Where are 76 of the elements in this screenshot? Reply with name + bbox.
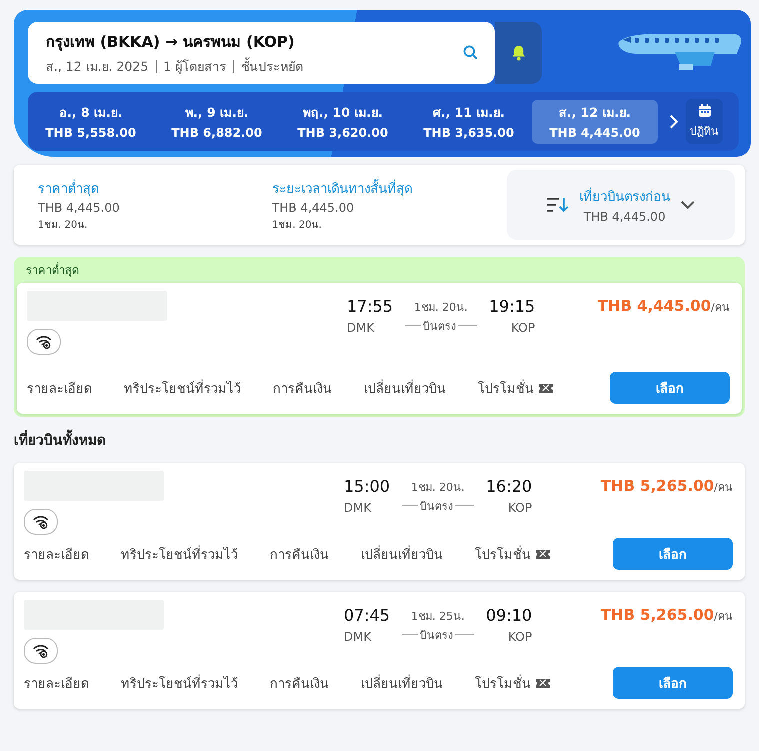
route-title: กรุงเทพ (BKKA) → นครพนม (KOP) [46, 32, 296, 54]
date-tab[interactable]: ศ., 11 เม.ย. THB 3,635.00 [406, 100, 532, 144]
search-detail: 1 ผู้โดยสาร [164, 58, 226, 76]
arrival-time: 19:15 [489, 297, 536, 316]
search-detail: ชั้นประหยัด [241, 56, 304, 76]
flight-duration: 1ชม. 20น. [414, 300, 468, 316]
stops-label: บินตรง [420, 628, 454, 644]
fare-price: THB 5,265.00 [600, 477, 714, 495]
amenity-icon [24, 509, 58, 535]
search-detail: ส., 12 เม.ย. 2025 [46, 58, 149, 76]
sort-label: เที่ยวบินตรงก่อน [579, 186, 670, 207]
select-button[interactable]: เลือก [610, 372, 730, 404]
ticket-icon [538, 381, 554, 395]
airport-code: KOP [511, 321, 536, 335]
fare-price: THB 5,265.00 [600, 606, 714, 624]
detail-tab[interactable]: ทริประโยชน์ที่รวมไว้ [124, 378, 241, 398]
date-tab[interactable]: ส., 12 เม.ย. THB 4,445.00 [532, 100, 658, 144]
select-button[interactable]: เลือก [613, 538, 733, 570]
airport-code: KOP [508, 630, 532, 644]
ticket-icon [535, 547, 551, 561]
ticket-icon [535, 676, 551, 690]
fare-price: THB 4,445.00 [598, 297, 712, 315]
flight-duration: 1ชม. 20น. [411, 480, 465, 496]
search-icon [463, 45, 479, 61]
flight-duration: 1ชม. 25น. [411, 608, 465, 624]
price-unit: /คน [711, 300, 730, 316]
departure-time: 17:55 [347, 297, 394, 316]
section-heading: เที่ยวบินทั้งหมด [14, 429, 106, 451]
detail-tab[interactable]: การคืนเงิน [270, 672, 329, 694]
sort-option-link[interactable]: ระยะเวลาเดินทางสั้นที่สุด [272, 178, 507, 199]
date-tab[interactable]: พฤ., 10 เม.ย. THB 3,620.00 [280, 100, 406, 144]
detail-tab[interactable]: เปลี่ยนเที่ยวบิน [361, 544, 443, 564]
detail-tab[interactable]: โปรโมชั่น [478, 378, 534, 398]
stops-label: บินตรง [423, 318, 456, 334]
detail-tab[interactable]: เปลี่ยนเที่ยวบิน [361, 672, 443, 694]
sort-icon [545, 195, 570, 215]
badge-label: ราคาต่ำสุด [25, 261, 80, 279]
detail-tab[interactable]: รายละเอียด [24, 672, 89, 694]
sort-price: THB 4,445.00 [584, 210, 666, 224]
arrival-time: 09:10 [486, 606, 532, 625]
airport-code: DMK [347, 321, 374, 335]
amenity-icon [27, 329, 61, 355]
select-button[interactable]: เลือก [613, 667, 733, 699]
detail-tab[interactable]: โปรโมชั่น [475, 544, 531, 564]
detail-tab[interactable]: เปลี่ยนเที่ยวบิน [364, 378, 446, 398]
summary-price: THB 4,445.00 [38, 201, 121, 215]
sort-dropdown[interactable]: เที่ยวบินตรงก่อน THB 4,445.00 [506, 170, 735, 240]
detail-tab[interactable]: โปรโมชั่น [475, 672, 531, 694]
detail-tab[interactable]: ทริประโยชน์ที่รวมไว้ [121, 672, 238, 694]
summary-price: THB 4,445.00 [272, 201, 356, 215]
arrival-time: 16:20 [486, 477, 532, 496]
detail-tab[interactable]: การคืนเงิน [270, 544, 329, 564]
chevron-down-icon [680, 200, 696, 210]
calendar-icon [696, 103, 712, 119]
date-tab[interactable]: พ., 9 เม.ย. THB 6,882.00 [154, 100, 280, 144]
price-unit: /คน [714, 609, 733, 625]
sort-option-link[interactable]: ราคาต่ำสุด [38, 178, 272, 199]
chevron-right-icon[interactable] [668, 112, 680, 130]
amenity-icon [24, 638, 58, 664]
date-tab[interactable]: อ., 8 เม.ย. THB 5,558.00 [28, 100, 154, 144]
price-unit: /คน [714, 480, 733, 496]
detail-tab[interactable]: ทริประโยชน์ที่รวมไว้ [121, 544, 238, 564]
price-alert-button[interactable] [495, 22, 542, 84]
detail-tab[interactable]: รายละเอียด [24, 544, 89, 564]
summary-duration: 1ชม. 20น. [272, 219, 323, 232]
departure-time: 15:00 [344, 477, 390, 496]
airport-code: DMK [344, 501, 372, 515]
airport-code: KOP [508, 501, 532, 515]
stops-label: บินตรง [420, 498, 454, 514]
airport-code: DMK [344, 630, 372, 644]
departure-time: 07:45 [344, 606, 390, 625]
detail-tab[interactable]: รายละเอียด [27, 378, 92, 398]
summary-duration: 1ชม. 20น. [38, 219, 89, 232]
search-summary[interactable]: กรุงเทพ (BKKA) → นครพนม (KOP) ส., 12 เม.ย. 2025 1 ผู้โดยสาร ชั้นประหยัด [28, 22, 495, 84]
detail-tab[interactable]: การคืนเงิน [273, 378, 332, 398]
calendar-button[interactable]: ปฏิทิน [686, 99, 723, 144]
